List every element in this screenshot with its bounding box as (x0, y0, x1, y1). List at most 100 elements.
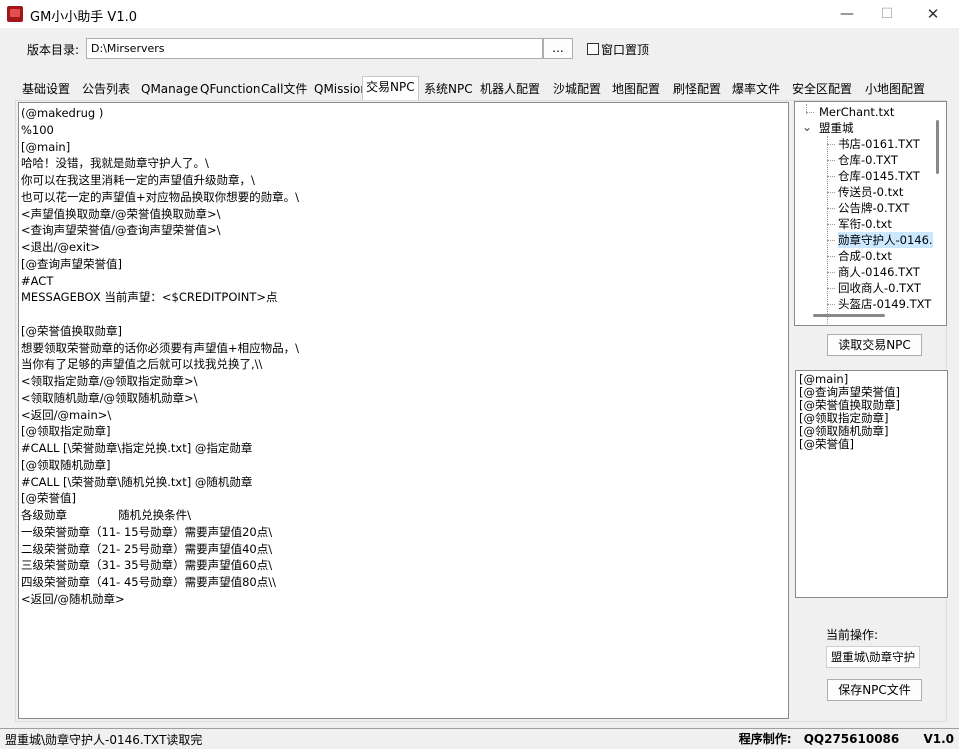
tree-line (806, 112, 814, 113)
tab-call-file[interactable]: Call文件 (257, 78, 311, 101)
tree-item-npc-file[interactable]: 书店-0161.TXT (838, 136, 920, 152)
tab-trade-npc[interactable]: 交易NPC (362, 76, 419, 100)
tab-safezone-config[interactable]: 安全区配置 (788, 78, 856, 101)
tree-item-npc-file[interactable]: 商人-0146.TXT (838, 264, 920, 280)
version-label: V1.0 (923, 732, 954, 746)
tab-system-npc[interactable]: 系统NPC (420, 78, 477, 101)
tab-basic[interactable]: 基础设置 (18, 78, 74, 101)
save-npc-file-button[interactable]: 保存NPC文件 (827, 679, 922, 701)
maximize-button[interactable]: ☐ (864, 0, 910, 28)
editor-line: <领取指定勋章/@领取指定勋章>\ (21, 374, 198, 388)
editor-line: 也可以花一定的声望值+对应物品换取你想要的勋章。\ (21, 189, 300, 204)
editor-line: #CALL [\荣誉勋章\随机兑换.txt] @随机勋章 (21, 474, 253, 489)
editor-line: 三级荣誉勋章（31- 35号勋章）需要声望值60点\ (21, 558, 273, 573)
label-list[interactable]: [@main] [@查询声望荣誉值] [@荣誉值换取勋章] [@领取指定勋章] [@领取… (795, 370, 948, 598)
editor-line: 哈哈！没错，我就是勋章守护人了。\ (21, 156, 209, 171)
status-message: 盟重城\勋章守护人-0146.TXT读取完 (5, 733, 203, 747)
tree-item-npc-file[interactable]: 传送员-0.txt (838, 184, 903, 200)
editor-line: 二级荣誉勋章（21- 25号勋章）需要声望值40点\ (21, 541, 273, 556)
editor-line: [@领取随机勋章] (21, 457, 111, 472)
editor-line: [@查询声望荣誉值] (21, 256, 122, 271)
browse-button[interactable]: ... (543, 38, 573, 59)
editor-line: %100 (21, 122, 54, 137)
tree-line (827, 240, 835, 241)
tab-monster-config[interactable]: 刷怪配置 (669, 78, 725, 101)
editor-line: 各级勋章 随机兑换条件\ (21, 508, 192, 522)
editor-line: [@领取指定勋章] (21, 424, 111, 439)
editor-line: [@main] (21, 139, 71, 154)
current-op-label: 当前操作: (826, 628, 879, 642)
window-title: GM小小助手 V1.0 (30, 10, 137, 25)
tab-robot-config[interactable]: 机器人配置 (476, 78, 544, 101)
tree-item-npc-file[interactable]: 仓库-0145.TXT (838, 168, 920, 184)
editor-line: <声望值换取勋章/@荣誉值换取勋章>\ (21, 206, 221, 221)
editor-line: #ACT (21, 273, 54, 288)
tab-droprate-file[interactable]: 爆率文件 (728, 78, 784, 101)
chevron-down-icon[interactable]: ⌄ (802, 119, 812, 135)
editor-line: 想要领取荣誉勋章的话你必须要有声望值+相应物品，\ (21, 340, 300, 355)
tree-vertical-scrollbar[interactable] (936, 120, 939, 174)
tree-item-merchant[interactable]: MerChant.txt (819, 104, 894, 120)
tab-qfunction[interactable]: QFunction (196, 78, 265, 101)
title-bar: GM小小助手 V1.0 — ☐ ✕ (0, 0, 959, 28)
app-icon (7, 6, 23, 22)
editor-line: MESSAGEBOX 当前声望：<$CREDITPOINT>点 (21, 290, 278, 305)
list-item[interactable]: [@荣誉值] (799, 438, 944, 451)
tree-line (827, 176, 835, 177)
tree-item-npc-file[interactable]: 回收商人-0.TXT (838, 280, 921, 296)
credits-contact: QQ275610086 (803, 732, 900, 746)
app-window: GM小小助手 V1.0 — ☐ ✕ 版本目录: D:\Mirservers ..… (0, 0, 959, 749)
editor-line: #CALL [\荣誉勋章\指定兑换.txt] @指定勋章 (21, 441, 253, 455)
read-trade-npc-button[interactable]: 读取交易NPC (827, 334, 922, 356)
editor-line: <退出/@exit> (21, 240, 101, 254)
tree-item-npc-file[interactable]: 公告牌-0.TXT (838, 200, 909, 216)
tree-line (827, 208, 835, 209)
current-op-field: 盟重城\勋章守护 (826, 646, 920, 668)
tab-minimap-config[interactable]: 小地图配置 (861, 78, 929, 101)
editor-line: 当你有了足够的声望值之后就可以找我兑换了,\\ (21, 357, 263, 372)
tab-qmanage[interactable]: QManage (137, 78, 202, 101)
editor-line: <查询声望荣誉值/@查询声望荣誉值>\ (21, 223, 221, 238)
tree-line (827, 256, 835, 257)
tree-folder-mengzhong[interactable]: 盟重城 (819, 120, 854, 136)
status-credits: 程序制作: QQ275610086 V1.0 (739, 730, 954, 747)
tree-line (827, 192, 835, 193)
tree-line (827, 136, 828, 325)
tree-item-npc-file[interactable]: 合成-0.txt (838, 248, 892, 264)
editor-line: (@makedrug ) (21, 106, 104, 120)
topmost-label: 窗口置顶 (601, 43, 650, 57)
editor-line: 四级荣誉勋章（41- 45号勋章）需要声望值80点\\ (21, 575, 276, 589)
status-bar: 盟重城\勋章守护人-0146.TXT读取完 程序制作: QQ275610086 … (0, 727, 959, 749)
tree-line (827, 272, 835, 273)
tree-line (827, 160, 835, 161)
editor-line: [@荣誉值] (21, 491, 76, 506)
tab-announcements[interactable]: 公告列表 (78, 78, 134, 101)
npc-file-tree[interactable]: MerChant.txt ⌄ 盟重城 书店-0161.TXT 仓库-0.TXT 仓库… (794, 101, 947, 326)
tree-item-npc-file[interactable]: 仓库-0.TXT (838, 152, 898, 168)
tree-line (827, 304, 835, 305)
credits-label: 程序制作: (738, 732, 792, 746)
script-editor[interactable]: (@makedrug ) %100 [@main] 哈哈！没错，我就是勋章守护人了。\… (18, 102, 789, 719)
close-button[interactable]: ✕ (910, 0, 956, 28)
editor-line: 你可以在我这里消耗一定的声望值升级勋章，\ (21, 173, 255, 187)
tree-line (827, 144, 835, 145)
editor-line: <返回/@main>\ (21, 407, 112, 422)
tab-castle-config[interactable]: 沙城配置 (549, 78, 605, 101)
dir-label: 版本目录: (27, 43, 80, 57)
tree-line (827, 288, 835, 289)
editor-line: 一级荣誉勋章（11- 15号勋章）需要声望值20点\ (21, 524, 273, 539)
editor-line: <领取随机勋章/@领取随机勋章>\ (21, 390, 198, 405)
topmost-checkbox[interactable] (587, 43, 599, 55)
editor-line: [@荣誉值换取勋章] (21, 323, 122, 338)
tree-item-npc-file[interactable]: 勋章守护人-0146. (838, 232, 933, 248)
tree-line (827, 224, 835, 225)
tree-item-npc-file[interactable]: 头盔店-0149.TXT (838, 296, 931, 312)
status-divider (0, 728, 205, 729)
tree-item-npc-file[interactable]: 军衔-0.txt (838, 216, 892, 232)
tree-horizontal-scrollbar[interactable] (813, 314, 885, 317)
tab-map-config[interactable]: 地图配置 (608, 78, 664, 101)
dir-input[interactable]: D:\Mirservers (86, 38, 543, 59)
status-divider (205, 728, 959, 729)
editor-line: <返回/@随机勋章> (21, 591, 125, 606)
